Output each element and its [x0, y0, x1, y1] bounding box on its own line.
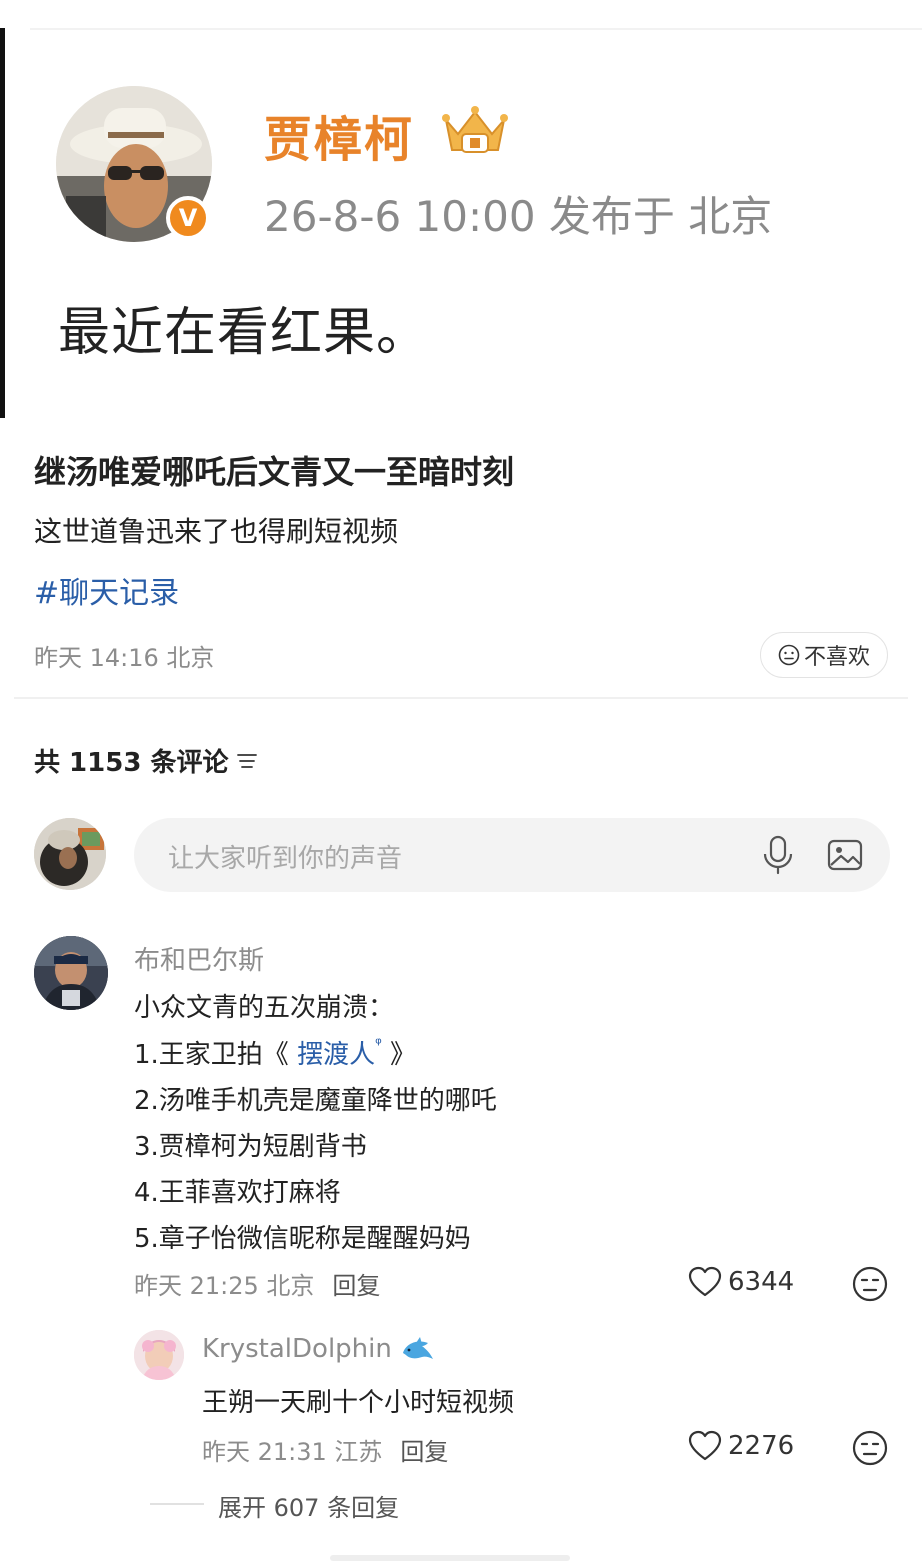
- comment-text-fragment: 》: [390, 1040, 417, 1070]
- post-meta: 昨天 14:16 北京: [34, 644, 215, 672]
- post-body: 这世道鲁迅来了也得刷短视频: [34, 515, 399, 548]
- comment-count-label: 共 1153 条评论: [34, 748, 229, 778]
- reply-username[interactable]: KrystalDolphin: [202, 1334, 436, 1365]
- dolphin-icon: [403, 1336, 434, 1359]
- comment-count-sort[interactable]: 共 1153 条评论: [34, 742, 258, 779]
- section-divider: [14, 697, 908, 699]
- reply-time-location: 昨天 21:31 江苏: [202, 1438, 383, 1466]
- reply-like-button[interactable]: 2276: [688, 1430, 794, 1462]
- comment-avatar[interactable]: [34, 936, 108, 1010]
- comment-input-placeholder: 让大家听到你的声音: [168, 844, 403, 874]
- reply-username-text: KrystalDolphin: [202, 1334, 392, 1364]
- comment-text-line: 1.王家卫拍《 摆渡人ᵠ 》: [134, 1034, 416, 1071]
- my-avatar: [34, 818, 106, 890]
- screenshot-post-text: 最近在看红果。: [58, 303, 430, 363]
- hashtag-link[interactable]: #聊天记录: [34, 568, 179, 612]
- crown-badge-icon: [442, 106, 508, 153]
- dislike-label: 不喜欢: [803, 645, 870, 670]
- dislike-face-icon[interactable]: [852, 1430, 888, 1466]
- reply-like-count: 2276: [728, 1431, 795, 1461]
- comment-text-fragment: 1.王家卫拍《: [134, 1040, 289, 1070]
- heart-icon: [688, 1266, 722, 1297]
- heart-icon: [688, 1430, 722, 1461]
- microphone-icon[interactable]: [760, 834, 796, 876]
- comment-text-line: 2.汤唯手机壳是魔童降世的哪吒: [134, 1086, 497, 1116]
- comment-text-line: 5.章子怡微信昵称是醒醒妈妈: [134, 1224, 471, 1254]
- expand-divider: [150, 1503, 204, 1505]
- screenshot-top-divider: [30, 28, 922, 30]
- expand-replies-button[interactable]: 展开 607 条回复: [218, 1488, 399, 1523]
- comment-text-line: 3.贾樟柯为短剧背书: [134, 1132, 367, 1162]
- like-button[interactable]: 6344: [688, 1266, 794, 1298]
- dislike-face-icon[interactable]: [852, 1266, 888, 1302]
- comment-text-line: 小众文青的五次崩溃：: [134, 993, 395, 1023]
- verified-badge-icon: V: [166, 196, 210, 240]
- post-title: 继汤唯爱哪吒后文青又一至暗时刻: [34, 453, 515, 491]
- comment-text-line: 4.王菲喜欢打麻将: [134, 1178, 341, 1208]
- screenshot-user-name: 贾樟柯: [264, 112, 415, 168]
- screenshot-timestamp: 26-8-6 10:00 发布于 北京: [264, 192, 773, 241]
- dislike-button[interactable]: 不喜欢: [760, 632, 888, 678]
- comment-meta: 昨天 21:25 北京 回复: [134, 1266, 380, 1301]
- reply-text: 王朔一天刷十个小时短视频: [202, 1388, 515, 1418]
- reply-meta: 昨天 21:31 江苏 回复: [202, 1432, 448, 1467]
- reply-button[interactable]: 回复: [332, 1272, 380, 1300]
- watermark: [330, 1555, 570, 1561]
- search-icon: ᵠ: [375, 1034, 382, 1053]
- search-link-text: 摆渡人: [297, 1040, 376, 1070]
- reply-avatar[interactable]: [134, 1330, 184, 1380]
- reply-button[interactable]: 回复: [400, 1438, 448, 1466]
- image-icon[interactable]: [826, 836, 864, 874]
- like-count: 6344: [728, 1267, 795, 1297]
- sort-icon: [237, 753, 258, 768]
- dislike-face-icon: [778, 644, 800, 666]
- comment-username[interactable]: 布和巴尔斯: [134, 940, 264, 977]
- comment-time-location: 昨天 21:25 北京: [134, 1272, 315, 1300]
- screenshot-edge: [0, 28, 5, 418]
- search-link[interactable]: 摆渡人ᵠ: [289, 1034, 390, 1070]
